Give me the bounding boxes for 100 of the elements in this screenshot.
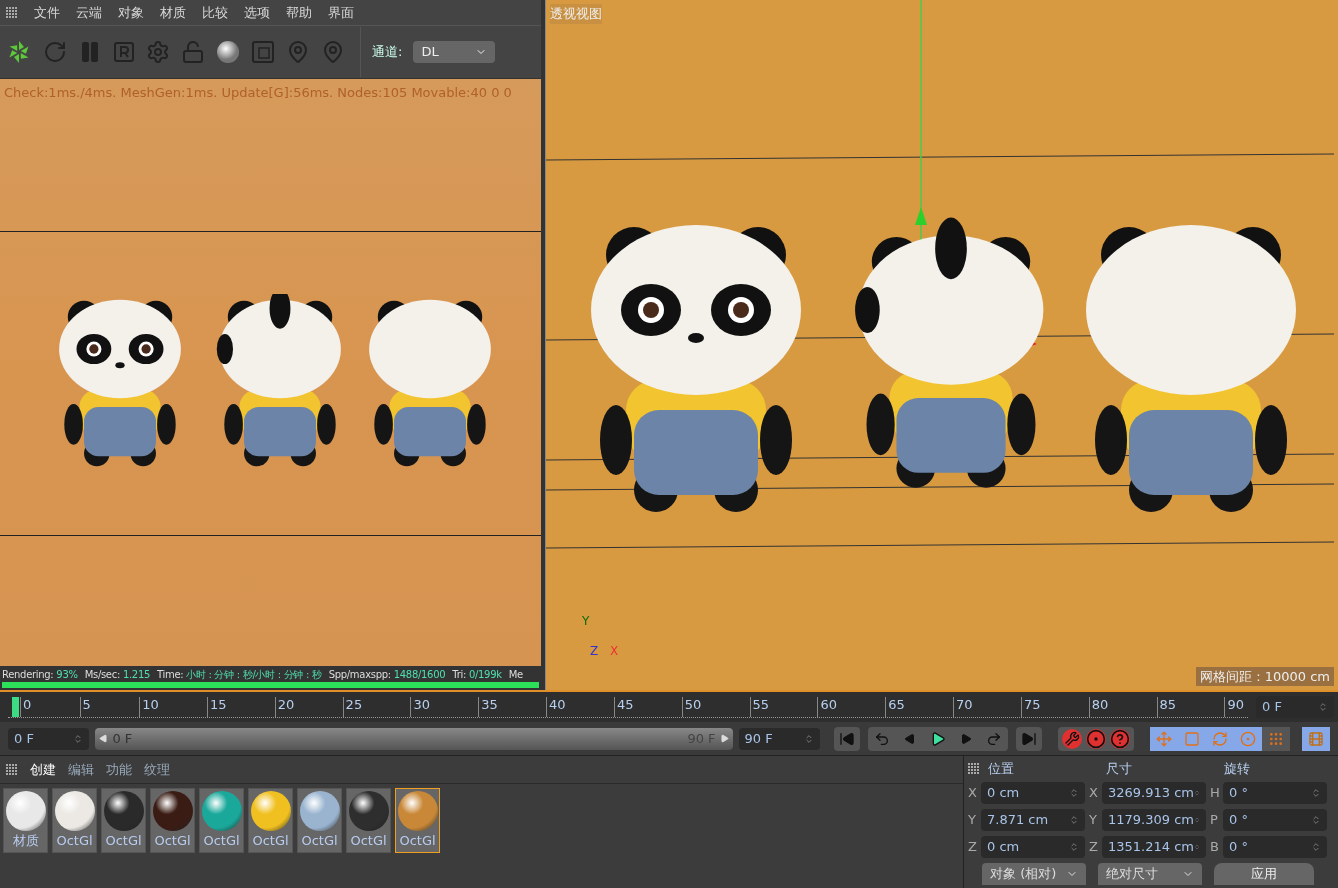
- axis-label: X: [968, 784, 978, 803]
- left-handle-icon[interactable]: [99, 734, 109, 743]
- coordinate-field[interactable]: 0 °: [1223, 836, 1327, 858]
- coordinate-field[interactable]: 1179.309 cm: [1102, 809, 1206, 831]
- viewport-title: 透视视图: [550, 4, 602, 24]
- stepper-icon: [1194, 842, 1200, 852]
- stepper-icon: [1194, 815, 1200, 825]
- material-swatch[interactable]: OctGl: [101, 788, 146, 853]
- key-mode-button[interactable]: [1234, 726, 1262, 751]
- aperture-icon[interactable]: [6, 39, 32, 65]
- menu-item[interactable]: 云端: [76, 2, 102, 23]
- axis-label: Y: [1089, 811, 1098, 830]
- grip-icon: [968, 763, 980, 775]
- stepper-icon: [804, 733, 814, 744]
- material-swatch[interactable]: 材质: [3, 788, 48, 853]
- size-mode-dropdown[interactable]: 绝对尺寸: [1098, 863, 1202, 885]
- material-swatch[interactable]: OctGl: [248, 788, 293, 853]
- frame-tick-label: 65: [885, 697, 905, 717]
- auto-key-icon[interactable]: [1086, 728, 1106, 749]
- settings-icon[interactable]: [146, 40, 170, 64]
- current-frame-field[interactable]: 0 F: [1256, 696, 1334, 718]
- frame-tick-label: 80: [1088, 697, 1109, 717]
- material-swatch[interactable]: OctGl: [297, 788, 342, 853]
- frame-tick-label: 90: [1224, 697, 1244, 717]
- back-arrow-icon: [874, 730, 890, 747]
- apply-button[interactable]: 应用: [1214, 863, 1314, 885]
- stepper-icon: [1069, 788, 1079, 798]
- material-swatch[interactable]: OctGl: [150, 788, 195, 853]
- move-mode-icon: [1156, 730, 1172, 747]
- material-swatch[interactable]: OctGl: [346, 788, 391, 853]
- sphere-icon[interactable]: [216, 40, 240, 64]
- refresh-icon[interactable]: [43, 40, 67, 64]
- channel-dropdown[interactable]: DL: [413, 41, 496, 63]
- channel-label: 通道:: [372, 43, 403, 62]
- menu-item[interactable]: 帮助: [286, 2, 312, 23]
- menu-item[interactable]: 界面: [328, 2, 354, 23]
- frame-tick-label: 60: [817, 697, 837, 717]
- axis-label: Z: [968, 838, 978, 857]
- menu-item[interactable]: 选项: [244, 2, 270, 23]
- material-swatch[interactable]: OctGl: [199, 788, 244, 853]
- coordinate-field[interactable]: 3269.913 cm: [1102, 782, 1206, 804]
- skip-forward-icon: [1021, 730, 1037, 747]
- frame-tick-label: 75: [1020, 697, 1041, 717]
- frame-tick-label: 50: [681, 697, 702, 717]
- render-status: Rendering: 93%: [2, 667, 78, 682]
- unlocked-icon[interactable]: [181, 40, 205, 64]
- material-swatch[interactable]: OctGl: [395, 788, 440, 853]
- key-mode-button[interactable]: [1150, 726, 1178, 751]
- pin-icon[interactable]: [321, 40, 345, 64]
- coordinate-field[interactable]: 0 cm: [981, 782, 1085, 804]
- start-frame-field[interactable]: 0 F: [8, 727, 90, 750]
- render-status: Spp/maxspp: 1488/1600: [328, 667, 446, 682]
- coordinate-field[interactable]: 0 °: [1223, 809, 1327, 831]
- last-frame-button[interactable]: [1016, 726, 1042, 751]
- play-icon: [930, 730, 946, 747]
- frame-tick-label: 0: [20, 697, 32, 717]
- frame-tick-label: 25: [342, 697, 363, 717]
- render-status: Ms/sec: 1.215: [84, 667, 151, 682]
- param-mode-icon: [1240, 730, 1256, 747]
- right-handle-icon[interactable]: [719, 734, 729, 743]
- menu-item[interactable]: 比较: [202, 2, 228, 23]
- frame-tick-label: 5: [79, 697, 91, 717]
- stepper-icon: [1311, 842, 1321, 852]
- coordinate-field[interactable]: 0 °: [1223, 782, 1327, 804]
- coordinate-mode-dropdown[interactable]: 对象 (相对): [982, 863, 1086, 885]
- help-icon[interactable]: [1110, 728, 1130, 749]
- material-menu-tab[interactable]: 编辑: [68, 759, 94, 780]
- coordinate-header: 旋转: [1223, 760, 1251, 779]
- menu-item[interactable]: 文件: [34, 2, 60, 23]
- material-menu-tab[interactable]: 纹理: [144, 759, 170, 780]
- stepper-icon: [1069, 842, 1079, 852]
- menu-item[interactable]: 材质: [160, 2, 186, 23]
- region-icon[interactable]: [251, 40, 275, 64]
- axis-label: Y: [968, 811, 977, 830]
- skip-back-icon: [839, 730, 855, 747]
- record-key-icon[interactable]: [1062, 728, 1082, 749]
- end-frame-field[interactable]: 90 F: [738, 727, 820, 750]
- coordinate-field[interactable]: 7.871 cm: [981, 809, 1085, 831]
- material-menu-tab[interactable]: 功能: [106, 759, 132, 780]
- first-frame-button[interactable]: [834, 726, 860, 751]
- stepper-icon: [1318, 702, 1328, 712]
- material-swatch[interactable]: OctGl: [52, 788, 97, 853]
- r-box-icon[interactable]: [113, 41, 135, 63]
- step-back-icon: [904, 732, 916, 745]
- coordinate-header: 尺寸: [1105, 760, 1133, 779]
- coordinate-field[interactable]: 0 cm: [981, 836, 1085, 858]
- frame-tick-label: 55: [749, 697, 770, 717]
- stepper-icon: [73, 733, 84, 744]
- coordinate-field[interactable]: 1351.214 cm: [1102, 836, 1206, 858]
- menu-item[interactable]: 对象: [118, 2, 144, 23]
- key-mode-button[interactable]: [1262, 726, 1290, 751]
- axis-label: P: [1210, 811, 1219, 830]
- grid-spacing-label: 网格间距 : 10000 cm: [1196, 666, 1334, 686]
- axis-label: Z: [590, 643, 599, 660]
- material-menu-tab[interactable]: 创建: [30, 759, 56, 780]
- grip-icon: [6, 763, 18, 776]
- timeline-mode-button[interactable]: [1302, 726, 1330, 751]
- frame-tick-label: 35: [478, 697, 498, 717]
- render-status: Time: 小时 : 分钟 : 秒/小时 : 分钟 : 秒: [157, 667, 322, 682]
- pin-icon[interactable]: [286, 40, 310, 64]
